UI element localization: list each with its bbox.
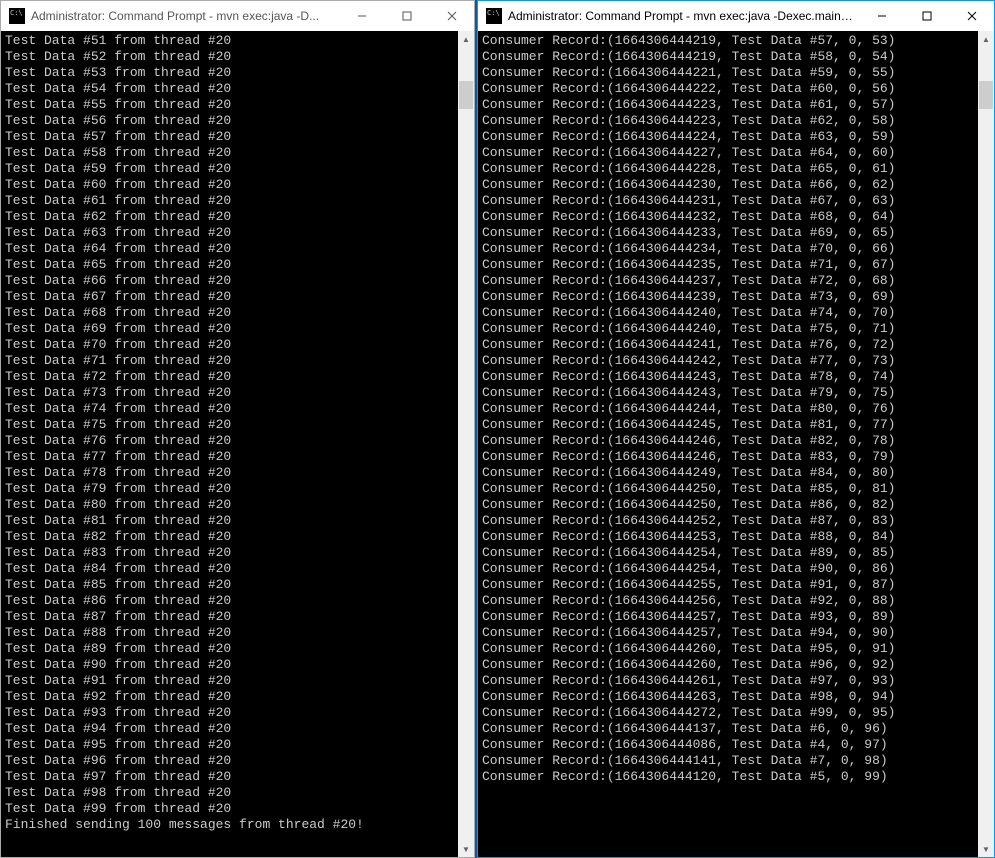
cmd-window-producer: Administrator: Command Prompt - mvn exec… (0, 0, 475, 858)
maximize-button[interactable] (384, 1, 429, 31)
scroll-down-button[interactable]: ▼ (978, 841, 994, 857)
scroll-up-button[interactable]: ▲ (458, 31, 474, 47)
cmd-icon (9, 8, 25, 24)
titlebar[interactable]: Administrator: Command Prompt - mvn exec… (1, 1, 474, 31)
scroll-up-button[interactable]: ▲ (978, 31, 994, 47)
scroll-down-button[interactable]: ▼ (458, 841, 474, 857)
maximize-button[interactable] (904, 1, 949, 31)
scrollbar[interactable]: ▲ ▼ (978, 31, 994, 857)
window-title: Administrator: Command Prompt - mvn exec… (508, 9, 859, 23)
window-controls (859, 1, 994, 31)
cmd-window-consumer: Administrator: Command Prompt - mvn exec… (477, 0, 995, 858)
console-body: Consumer Record:(1664306444219, Test Dat… (478, 31, 994, 857)
scrollbar[interactable]: ▲ ▼ (458, 31, 474, 857)
cmd-icon (486, 8, 502, 24)
console-body: Test Data #51 from thread #20 Test Data … (1, 31, 474, 857)
close-button[interactable] (949, 1, 994, 31)
scroll-thumb[interactable] (979, 81, 993, 109)
scroll-thumb[interactable] (459, 81, 473, 109)
console-output[interactable]: Consumer Record:(1664306444219, Test Dat… (478, 31, 978, 857)
console-output[interactable]: Test Data #51 from thread #20 Test Data … (1, 31, 458, 857)
window-title: Administrator: Command Prompt - mvn exec… (31, 9, 339, 23)
close-button[interactable] (429, 1, 474, 31)
titlebar[interactable]: Administrator: Command Prompt - mvn exec… (478, 1, 994, 31)
window-controls (339, 1, 474, 31)
minimize-button[interactable] (859, 1, 904, 31)
minimize-button[interactable] (339, 1, 384, 31)
